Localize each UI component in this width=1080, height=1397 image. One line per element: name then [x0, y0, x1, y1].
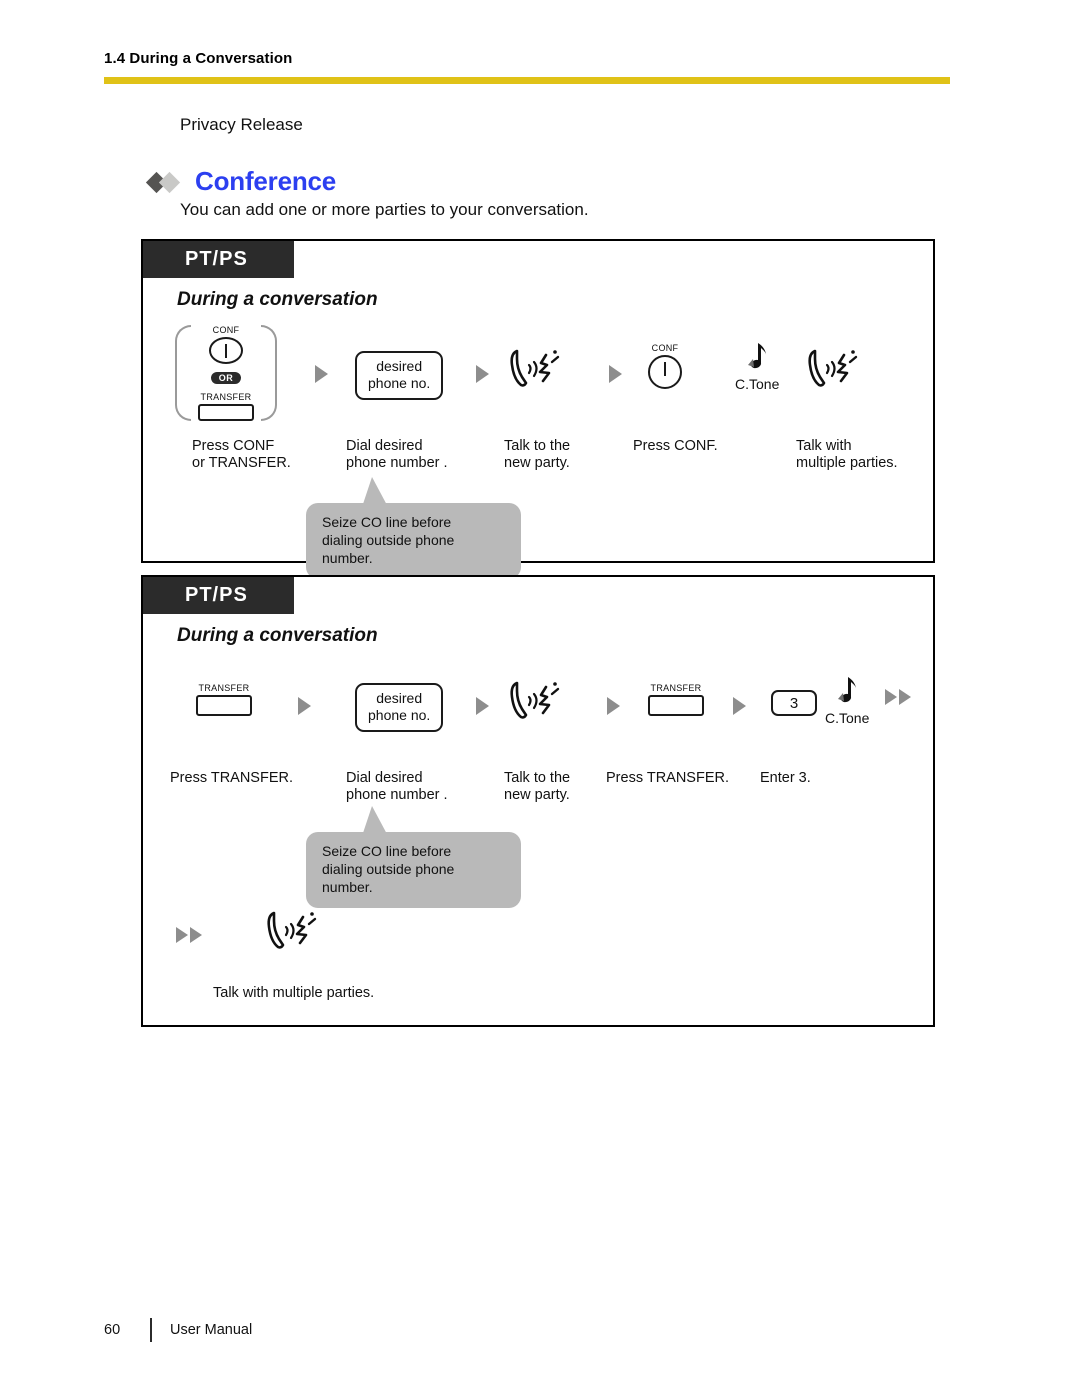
- handset-talking-icon: [808, 349, 858, 387]
- step-caption-1-2: Dial desired phone number .: [346, 438, 448, 472]
- flow-arrow-5: [476, 697, 489, 715]
- procedure-context-1: During a conversation: [177, 289, 378, 310]
- footer-divider: [150, 1318, 152, 1342]
- step-caption-1-1: Press CONF or TRANSFER.: [192, 438, 291, 472]
- diamond-bullet-icon: [145, 171, 185, 193]
- conf-button-step-1: CONF: [648, 343, 682, 389]
- step-caption-2-2: Dial desired phone number .: [346, 770, 448, 804]
- header-title: 1.4 During a Conversation: [104, 50, 293, 67]
- conf-or-transfer-button-group: CONF OR TRANSFER: [175, 325, 277, 421]
- step-caption-2-1: Press TRANSFER.: [170, 770, 294, 786]
- flow-arrow-6: [607, 697, 620, 715]
- note-bubble-tail-1: [362, 477, 388, 507]
- transfer-button-label-3: TRANSFER: [650, 683, 702, 693]
- handset-talking-icon: [510, 681, 560, 719]
- bracket-right-icon: [261, 325, 277, 421]
- page-footer: 60 User Manual: [104, 1318, 252, 1342]
- page-title: Conference: [195, 166, 337, 196]
- previous-topic-label: Privacy Release: [180, 115, 303, 134]
- key-3-box[interactable]: 3: [771, 690, 817, 716]
- footer-page-number: 60: [104, 1322, 121, 1338]
- step-caption-2-6: Talk with multiple parties.: [213, 985, 375, 1001]
- transfer-button-label-2: TRANSFER: [198, 683, 250, 693]
- step-caption-2-5: Enter 3.: [760, 770, 811, 786]
- note-bubble-1: Seize CO line before dialing outside pho…: [306, 503, 521, 579]
- flow-arrow-double-1: [885, 689, 911, 705]
- bracket-left-icon: [175, 325, 191, 421]
- dial-input-box-2[interactable]: desired phone no.: [355, 683, 444, 733]
- transfer-button-icon-3[interactable]: [648, 695, 704, 716]
- ptps-badge-2: PT/PS: [143, 577, 294, 614]
- step-caption-1-4: Press CONF.: [633, 438, 718, 454]
- header-rule: [104, 77, 950, 84]
- talk-icon-step-4: [262, 907, 322, 955]
- handset-talking-icon: [510, 349, 560, 387]
- dial-input-box[interactable]: desired phone no.: [355, 351, 444, 401]
- talk-icon-step-1: [505, 345, 565, 393]
- footer-document-name: User Manual: [170, 1322, 253, 1338]
- dial-box-step-1: desired phone no.: [355, 351, 444, 401]
- flow-arrow-4: [298, 697, 311, 715]
- talk-icon-step-2: [803, 345, 863, 393]
- step-caption-2-3: Talk to the new party.: [504, 770, 571, 804]
- ctone-label-2: C.Tone: [825, 710, 870, 726]
- transfer-button-label: TRANSFER: [200, 392, 252, 403]
- intro-paragraph: You can add one or more parties to your …: [180, 200, 589, 219]
- transfer-button-icon-2[interactable]: [196, 695, 252, 716]
- note-bubble-2: Seize CO line before dialing outside pho…: [306, 832, 521, 908]
- conference-heading: Conference: [145, 166, 337, 197]
- music-note-icon: [838, 677, 857, 703]
- flow-arrow-3: [609, 365, 622, 383]
- note-bubble-tail-2: [362, 806, 388, 836]
- transfer-button-step-1: TRANSFER: [196, 683, 252, 716]
- conf-button-label-2: CONF: [651, 343, 679, 353]
- conf-button-icon[interactable]: [209, 337, 243, 364]
- page-header: 1.4 During a Conversation: [104, 50, 950, 84]
- conf-button-label: CONF: [212, 325, 240, 335]
- procedure-box-1: PT/PS During a conversation CONF OR TRAN…: [141, 239, 935, 579]
- or-badge: OR: [211, 371, 241, 385]
- step-caption-1-3: Talk to the new party.: [504, 438, 571, 472]
- handset-talking-icon: [267, 911, 317, 949]
- procedure-box-2: PT/PS During a conversation TRANSFER des…: [141, 575, 935, 1027]
- dial-box-step-2: desired phone no.: [355, 683, 444, 733]
- flow-arrow-double-2: [176, 927, 202, 943]
- ctone-label-1: C.Tone: [735, 376, 780, 392]
- conf-button-icon-2[interactable]: [648, 355, 682, 389]
- key-3-step: 3: [771, 690, 817, 716]
- ptps-badge-1: PT/PS: [143, 241, 294, 278]
- step-caption-1-5: Talk with multiple parties.: [796, 438, 898, 472]
- procedure-context-2: During a conversation: [177, 625, 378, 646]
- transfer-button-step-2: TRANSFER: [648, 683, 704, 716]
- flow-arrow-1: [315, 365, 328, 383]
- step-caption-2-4: Press TRANSFER.: [606, 770, 730, 786]
- ctone-step-2: C.Tone: [825, 675, 869, 726]
- talk-icon-step-3: [505, 677, 565, 725]
- music-note-icon: [748, 343, 767, 369]
- flow-arrow-2: [476, 365, 489, 383]
- ctone-step-1: C.Tone: [735, 341, 779, 392]
- flow-arrow-7: [733, 697, 746, 715]
- transfer-button-icon[interactable]: [198, 404, 254, 421]
